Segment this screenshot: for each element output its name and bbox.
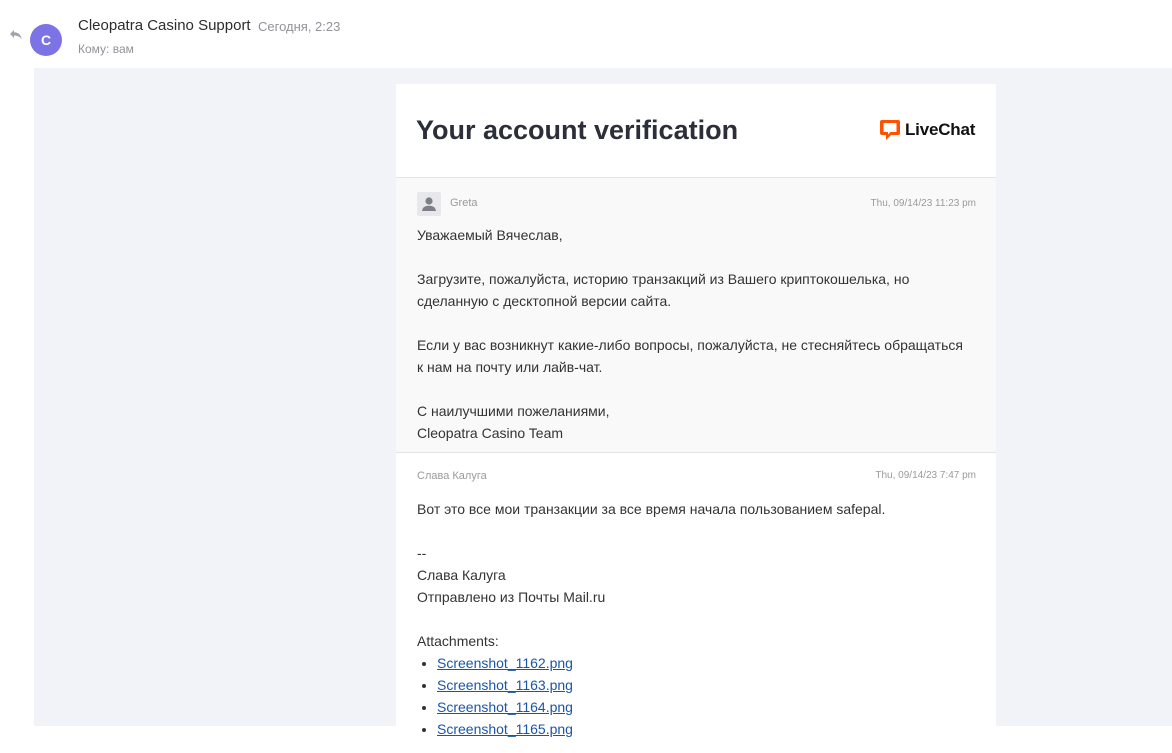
card-title: Your account verification — [416, 115, 739, 145]
agent-message-time: Thu, 09/14/23 11:23 pm — [870, 198, 976, 209]
message-line: Слава Калуга — [417, 567, 506, 583]
attachment-link[interactable]: Screenshot_1164.png — [437, 699, 573, 715]
agent-message: Greta Thu, 09/14/23 11:23 pm Уважаемый В… — [396, 178, 996, 453]
client-message-time: Thu, 09/14/23 7:47 pm — [875, 470, 976, 481]
to-value[interactable]: вам — [113, 42, 134, 56]
attachment-link[interactable]: Screenshot_1163.png — [437, 677, 573, 693]
agent-avatar — [417, 192, 441, 216]
livechat-logo[interactable]: LiveChat — [879, 118, 975, 142]
attachment-link[interactable]: Screenshot_1162.png — [437, 655, 573, 671]
agent-name: Greta — [450, 197, 478, 209]
user-icon — [422, 197, 436, 211]
message-line: Вот это все мои транзакции за все время … — [417, 501, 886, 517]
client-message-text: Вот это все мои транзакции за все время … — [417, 498, 982, 740]
email-header: C Cleopatra Casino Support Сегодня, 2:23… — [0, 0, 1172, 68]
sender-avatar[interactable]: C — [30, 24, 62, 56]
attachment-item: Screenshot_1165.png — [437, 718, 982, 740]
message-line: Отправлено из Почты Mail.ru — [417, 589, 606, 605]
client-message: Слава Калуга Thu, 09/14/23 7:47 pm Вот э… — [396, 453, 996, 753]
attachment-item: Screenshot_1164.png — [437, 696, 982, 718]
message-line: Если у вас возникнут какие-либо вопросы,… — [417, 337, 963, 353]
message-line: С наилучшими пожеланиями, — [417, 403, 610, 419]
agent-message-text: Уважаемый Вячеслав, Загрузите, пожалуйст… — [417, 224, 982, 444]
message-line: -- — [417, 545, 427, 561]
attachments-list: Screenshot_1162.png Screenshot_1163.png … — [417, 652, 982, 740]
email-body: Your account verification LiveChat Greta… — [34, 68, 1172, 753]
message-line: сделанную с десктопной версии сайта. — [417, 293, 672, 309]
attachment-link[interactable]: Screenshot_1165.png — [437, 721, 573, 737]
reply-icon[interactable] — [8, 26, 24, 42]
message-line: Загрузите, пожалуйста, историю транзакци… — [417, 271, 910, 287]
livechat-brand-name: LiveChat — [905, 120, 976, 139]
message-line: к нам на почту или лайв-чат. — [417, 359, 603, 375]
card-header: Your account verification LiveChat — [396, 84, 996, 178]
message-line: Уважаемый Вячеслав, — [417, 227, 563, 243]
email-date: Сегодня, 2:23 — [258, 19, 341, 34]
transcript-card: Your account verification LiveChat Greta… — [396, 84, 996, 753]
sender-name[interactable]: Cleopatra Casino Support — [78, 17, 251, 34]
to-label: Кому: — [78, 42, 110, 56]
livechat-logo-icon — [880, 120, 900, 140]
attachment-item: Screenshot_1163.png — [437, 674, 982, 696]
attachment-item: Screenshot_1162.png — [437, 652, 982, 674]
attachments-label: Attachments: — [417, 633, 499, 649]
client-name: Слава Калуга — [417, 470, 487, 482]
recipient-line: Кому: вам — [78, 42, 134, 56]
message-line: Cleopatra Casino Team — [417, 425, 564, 441]
